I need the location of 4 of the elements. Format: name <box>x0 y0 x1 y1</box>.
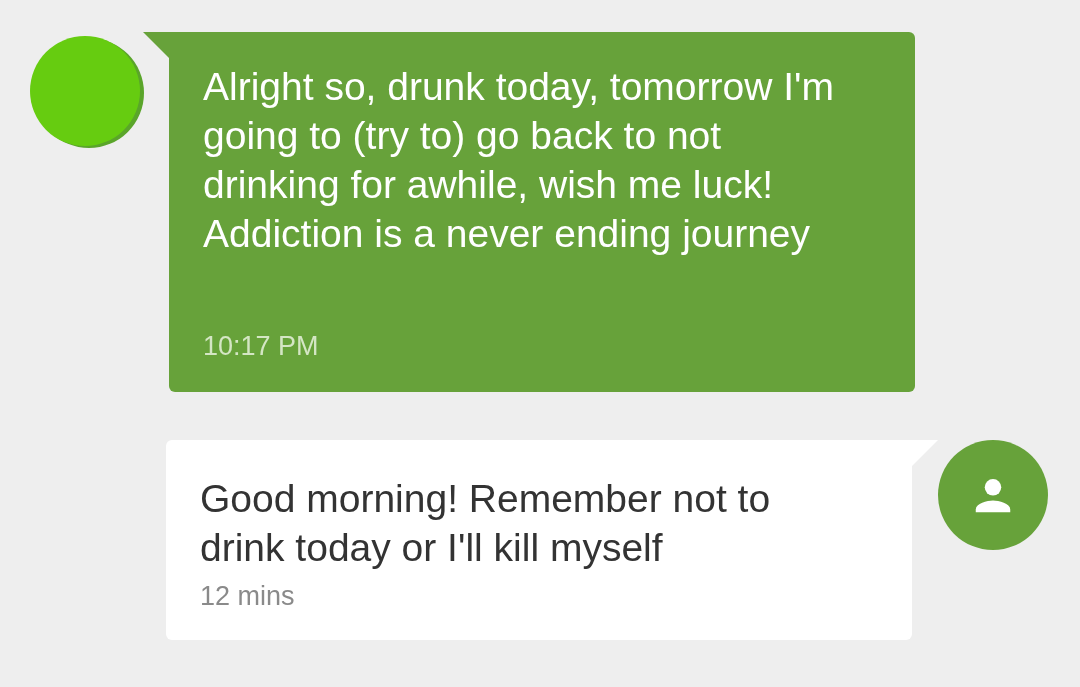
message-time: 10:17 PM <box>203 330 320 363</box>
message-text: Alright so, drunk today, tomorrow I'm going to (try to) go back to not drinking for awhile, wish me luck! Addiction is a never ending journey <box>203 64 835 257</box>
message-text: Good morning! Remember not to drink today or I'll kill myself <box>200 476 772 571</box>
message-time: 12 mins <box>200 580 296 613</box>
